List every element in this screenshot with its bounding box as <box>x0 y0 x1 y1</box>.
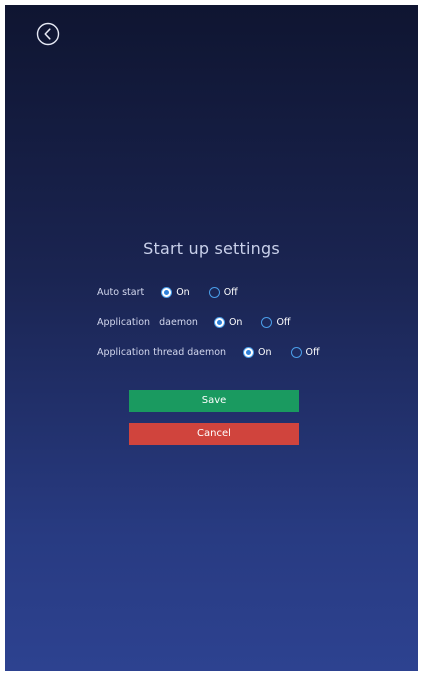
application-thread-daemon-off-label: Off <box>305 346 320 358</box>
back-button[interactable] <box>36 22 60 46</box>
radio-checked-icon <box>243 346 255 358</box>
radio-unchecked-icon <box>261 316 273 328</box>
chevron-left-circle-icon <box>36 22 60 46</box>
application-thread-daemon-on-radio[interactable]: On <box>243 346 272 358</box>
application-thread-daemon-label: Application thread daemon <box>97 346 227 358</box>
application-thread-daemon-off-radio[interactable]: Off <box>290 346 320 358</box>
page-title: Start up settings <box>143 239 280 258</box>
auto-start-on-label: On <box>176 286 190 298</box>
application-daemon-label: Application daemon <box>97 316 198 328</box>
auto-start-off-label: Off <box>223 286 238 298</box>
radio-unchecked-icon <box>290 346 302 358</box>
auto-start-row: Auto start On Off <box>97 284 238 300</box>
auto-start-off-radio[interactable]: Off <box>208 286 238 298</box>
cancel-button[interactable]: Cancel <box>129 423 299 445</box>
auto-start-on-radio[interactable]: On <box>161 286 190 298</box>
application-thread-daemon-row: Application thread daemon On Off <box>97 344 320 360</box>
application-daemon-row: Application daemon On Off <box>97 314 290 330</box>
save-button[interactable]: Save <box>129 390 299 412</box>
settings-screen: Start up settings Auto start On Off Appl… <box>5 5 418 671</box>
radio-unchecked-icon <box>208 286 220 298</box>
application-daemon-on-radio[interactable]: On <box>213 316 243 328</box>
auto-start-label: Auto start <box>97 286 145 298</box>
radio-checked-icon <box>161 286 173 298</box>
radio-checked-icon <box>213 316 225 328</box>
application-thread-daemon-on-label: On <box>258 346 272 358</box>
application-daemon-on-label: On <box>228 316 243 328</box>
application-daemon-off-label: Off <box>276 316 291 328</box>
application-daemon-off-radio[interactable]: Off <box>261 316 291 328</box>
